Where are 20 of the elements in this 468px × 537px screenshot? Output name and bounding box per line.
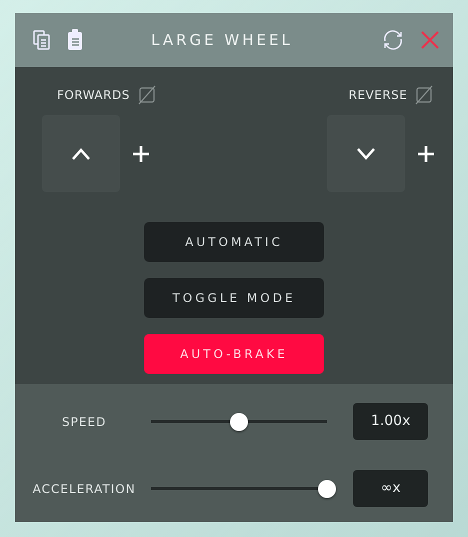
window-title: LARGE WHEEL xyxy=(150,30,294,51)
add-icon[interactable] xyxy=(132,144,150,162)
chevron-up-icon xyxy=(72,148,90,160)
mode-button[interactable]: AUTOMATIC xyxy=(144,222,324,262)
value-field[interactable]: ∞x xyxy=(353,470,428,507)
slider-thumb[interactable] xyxy=(230,412,248,430)
add-icon[interactable] xyxy=(417,144,435,162)
slider-label: ACCELERATION xyxy=(32,480,137,498)
unbound-icon[interactable] xyxy=(138,85,156,105)
binding-label: REVERSE xyxy=(348,87,408,104)
slider-label: SPEED xyxy=(61,414,108,430)
mode-button[interactable]: TOGGLE MODE xyxy=(144,278,324,318)
slider-thumb[interactable] xyxy=(318,480,336,498)
clipboard-icon[interactable] xyxy=(67,29,83,51)
copy-icon[interactable] xyxy=(33,30,51,50)
binding-label: FORWARDS xyxy=(57,87,130,104)
chevron-down-icon xyxy=(357,148,375,160)
value-field[interactable]: 1.00x xyxy=(353,403,428,440)
refresh-icon[interactable] xyxy=(381,29,405,51)
unbound-icon[interactable] xyxy=(415,85,434,105)
